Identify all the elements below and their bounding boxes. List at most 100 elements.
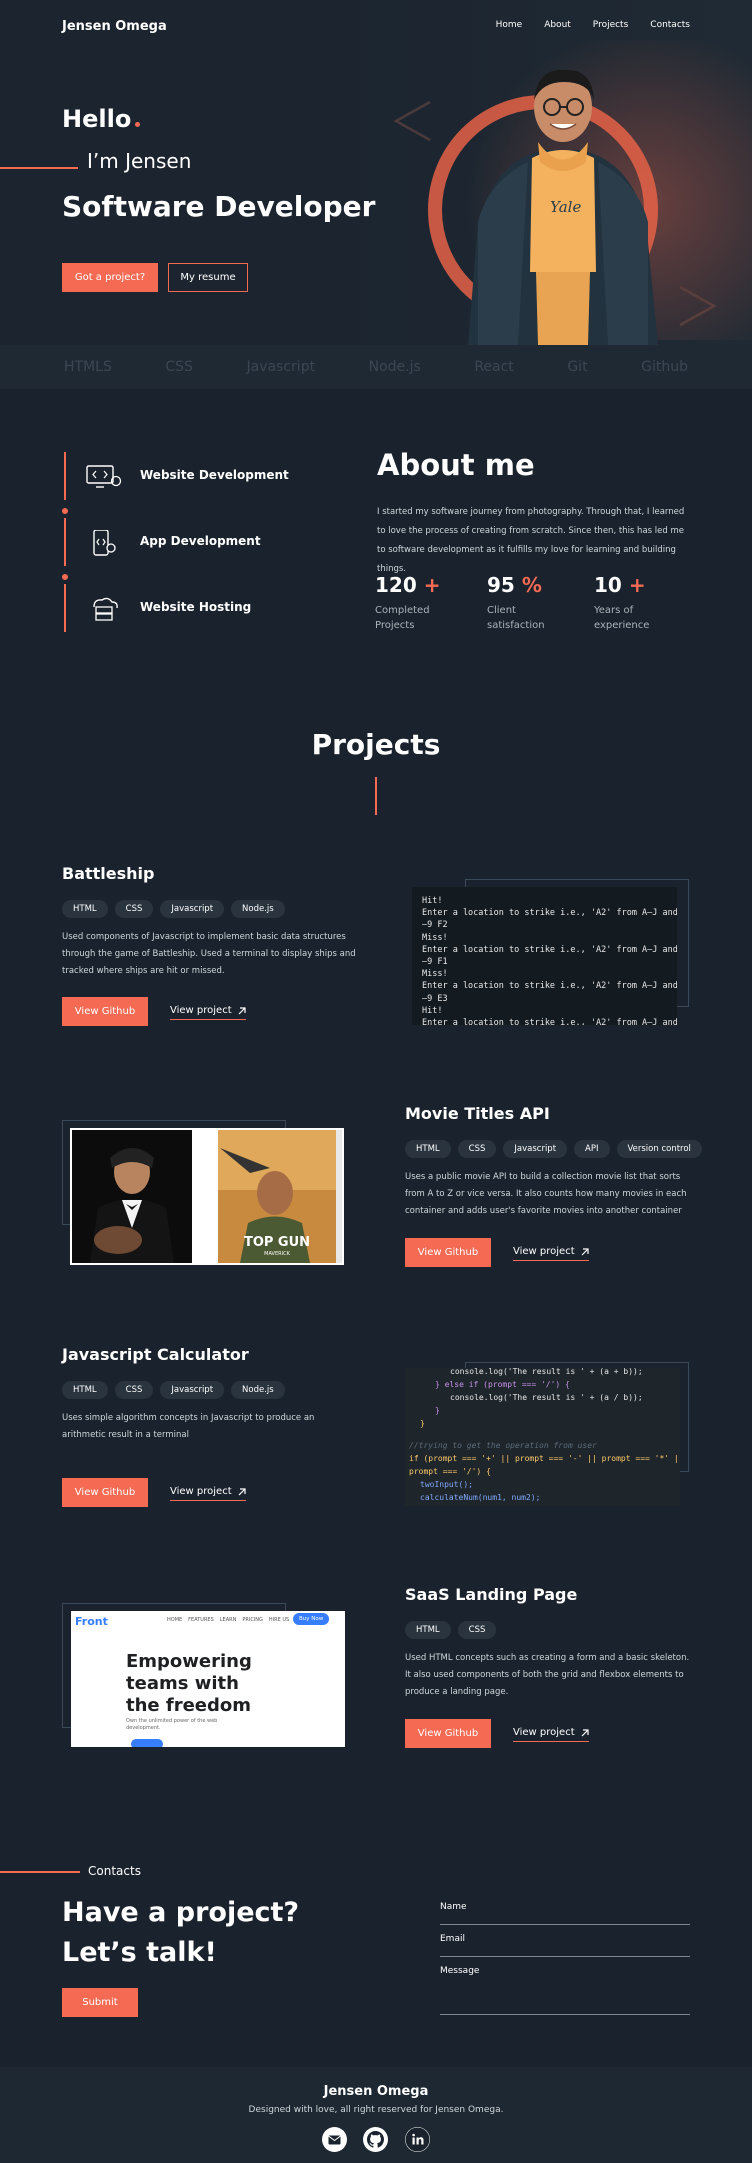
linkedin-logo-icon xyxy=(405,2127,430,2152)
project-tags: HTML CSS Javascript API Version control xyxy=(405,1140,702,1158)
saas-cta-button xyxy=(131,1739,163,1747)
tag: CSS xyxy=(457,1140,497,1158)
stat-projects: 120 + Completed Projects xyxy=(375,573,440,633)
phone-gear-icon xyxy=(93,530,116,556)
tag: Javascript xyxy=(160,900,225,918)
view-project-label: View project xyxy=(170,1005,232,1016)
nav-contacts[interactable]: Contacts xyxy=(650,20,690,30)
main-nav: Home About Projects Contacts xyxy=(496,20,690,30)
skill-css: CSS xyxy=(165,359,193,375)
arrow-up-right-icon xyxy=(238,1006,246,1014)
svg-text:} else if (prompt === '/') {: } else if (prompt === '/') { xyxy=(435,1380,570,1389)
github-logo-icon xyxy=(367,2131,384,2148)
saas-logo: Front xyxy=(75,1615,108,1628)
cloud-server-icon xyxy=(93,597,118,621)
service-bar xyxy=(64,518,66,566)
skill-nodejs: Node.js xyxy=(368,359,421,375)
stat-symbol: % xyxy=(521,573,542,597)
skill-react: React xyxy=(474,359,514,375)
view-project-link[interactable]: View project xyxy=(513,1246,589,1261)
skills-bar: HTMLS CSS Javascript Node.js React Git G… xyxy=(0,345,752,389)
saas-nav-item: HOME xyxy=(167,1617,183,1623)
view-project-link[interactable]: View project xyxy=(513,1727,589,1742)
name-field[interactable]: Name xyxy=(440,1902,690,1925)
view-project-label: View project xyxy=(513,1727,575,1738)
project-desc: Uses simple algorithm concepts in Javasc… xyxy=(62,1413,315,1440)
saas-nav-item: FEATURES xyxy=(188,1617,214,1623)
skill-github: Github xyxy=(641,359,688,375)
project-tags: HTML CSS Javascript Node.js xyxy=(62,1381,285,1399)
brand-logo[interactable]: Jensen Omega xyxy=(62,19,167,34)
view-github-button[interactable]: View Github xyxy=(62,997,148,1026)
saas-nav-item: PRICING xyxy=(242,1617,263,1623)
saas-headline: Empowering teams with the freedom xyxy=(126,1651,252,1716)
contacts-label: Contacts xyxy=(88,1864,141,1878)
resume-button[interactable]: My resume xyxy=(168,263,248,292)
service-app-dev: App Development xyxy=(64,518,294,566)
email-field-label: Email xyxy=(440,1934,465,1944)
service-label: App Development xyxy=(140,534,261,548)
footer-copyright: Designed with love, all right reserved f… xyxy=(248,2105,504,2115)
nav-projects[interactable]: Projects xyxy=(593,20,628,30)
svg-text:twoInput();: twoInput(); xyxy=(420,1480,473,1489)
tag: HTML xyxy=(405,1140,451,1158)
project-tags: HTML CSS Javascript Node.js xyxy=(62,900,285,918)
tag: CSS xyxy=(114,1381,154,1399)
saas-nav-item: HIRE US xyxy=(268,1617,290,1623)
saas-screenshot: Front HOME FEATURES LEARN PRICING HIRE U… xyxy=(71,1611,345,1747)
github-icon[interactable] xyxy=(363,2127,388,2152)
arrow-up-right-icon xyxy=(581,1728,589,1736)
linkedin-icon[interactable] xyxy=(405,2127,430,2152)
got-project-button[interactable]: Got a project? xyxy=(62,263,158,292)
svg-text:console.log('The result is ' +: console.log('The result is ' + (a + b)); xyxy=(450,1368,643,1376)
hero-hello: Hello xyxy=(62,105,141,133)
stat-label: Years of experience xyxy=(594,605,650,631)
stat-symbol: + xyxy=(423,573,441,597)
stat-label: Completed Projects xyxy=(375,605,430,631)
email-field[interactable]: Email xyxy=(440,1934,690,1957)
svg-text:calculateNum(num1, num2);: calculateNum(num1, num2); xyxy=(420,1493,540,1502)
project-title: Movie Titles API xyxy=(405,1104,550,1123)
message-field[interactable]: Message xyxy=(440,1966,690,2015)
svg-text:console.log('The result is ' +: console.log('The result is ' + (a / b)); xyxy=(450,1393,643,1402)
tag: HTML xyxy=(62,1381,108,1399)
project-title: SaaS Landing Page xyxy=(405,1585,578,1604)
project-tags: HTML CSS xyxy=(405,1621,497,1639)
email-icon[interactable] xyxy=(322,2127,347,2152)
project-desc: Used HTML concepts such as creating a fo… xyxy=(405,1653,690,1697)
message-field-underline xyxy=(440,2014,690,2015)
view-github-button[interactable]: View Github xyxy=(62,1478,148,1507)
saas-subtitle: Own the unlimited power of the web devel… xyxy=(126,1718,218,1731)
saas-buy-button: Buy Now xyxy=(293,1613,330,1625)
nav-about[interactable]: About xyxy=(544,20,571,30)
svg-text:}: } xyxy=(420,1419,425,1428)
projects-divider xyxy=(375,777,377,815)
stat-number: 95 xyxy=(487,573,515,597)
service-dot xyxy=(62,574,68,580)
tag: CSS xyxy=(457,1621,497,1639)
stat-label: Client satisfaction xyxy=(487,605,545,631)
tag: Version control xyxy=(616,1140,702,1158)
view-github-button[interactable]: View Github xyxy=(405,1719,491,1748)
message-field-label: Message xyxy=(440,1966,480,1976)
svg-text:Yale: Yale xyxy=(550,198,581,216)
saas-nav: HOME FEATURES LEARN PRICING HIRE US xyxy=(167,1617,289,1623)
submit-button[interactable]: Submit xyxy=(62,1988,138,2017)
project-title: Javascript Calculator xyxy=(62,1345,249,1364)
stat-experience: 10 + Years of experience xyxy=(594,573,654,633)
name-field-label: Name xyxy=(440,1902,467,1912)
projects-title: Projects xyxy=(311,728,441,761)
svg-text://trying to get the operation: //trying to get the operation from user xyxy=(409,1441,597,1450)
tag: HTML xyxy=(405,1621,451,1639)
nav-home[interactable]: Home xyxy=(496,20,523,30)
view-project-link[interactable]: View project xyxy=(170,1486,246,1501)
view-github-button[interactable]: View Github xyxy=(405,1238,491,1267)
stat-satisfaction: 95 % Client satisfaction xyxy=(487,573,547,633)
footer-name: Jensen Omega xyxy=(323,2084,429,2099)
service-web-dev: Website Development xyxy=(64,452,294,500)
view-project-link[interactable]: View project xyxy=(170,1005,246,1020)
movie-posters-image: TOP GUN MAVERICK xyxy=(72,1130,342,1263)
tag: API xyxy=(574,1140,610,1158)
arrow-up-right-icon xyxy=(581,1247,589,1255)
project-desc: Uses a public movie API to build a colle… xyxy=(405,1172,687,1216)
